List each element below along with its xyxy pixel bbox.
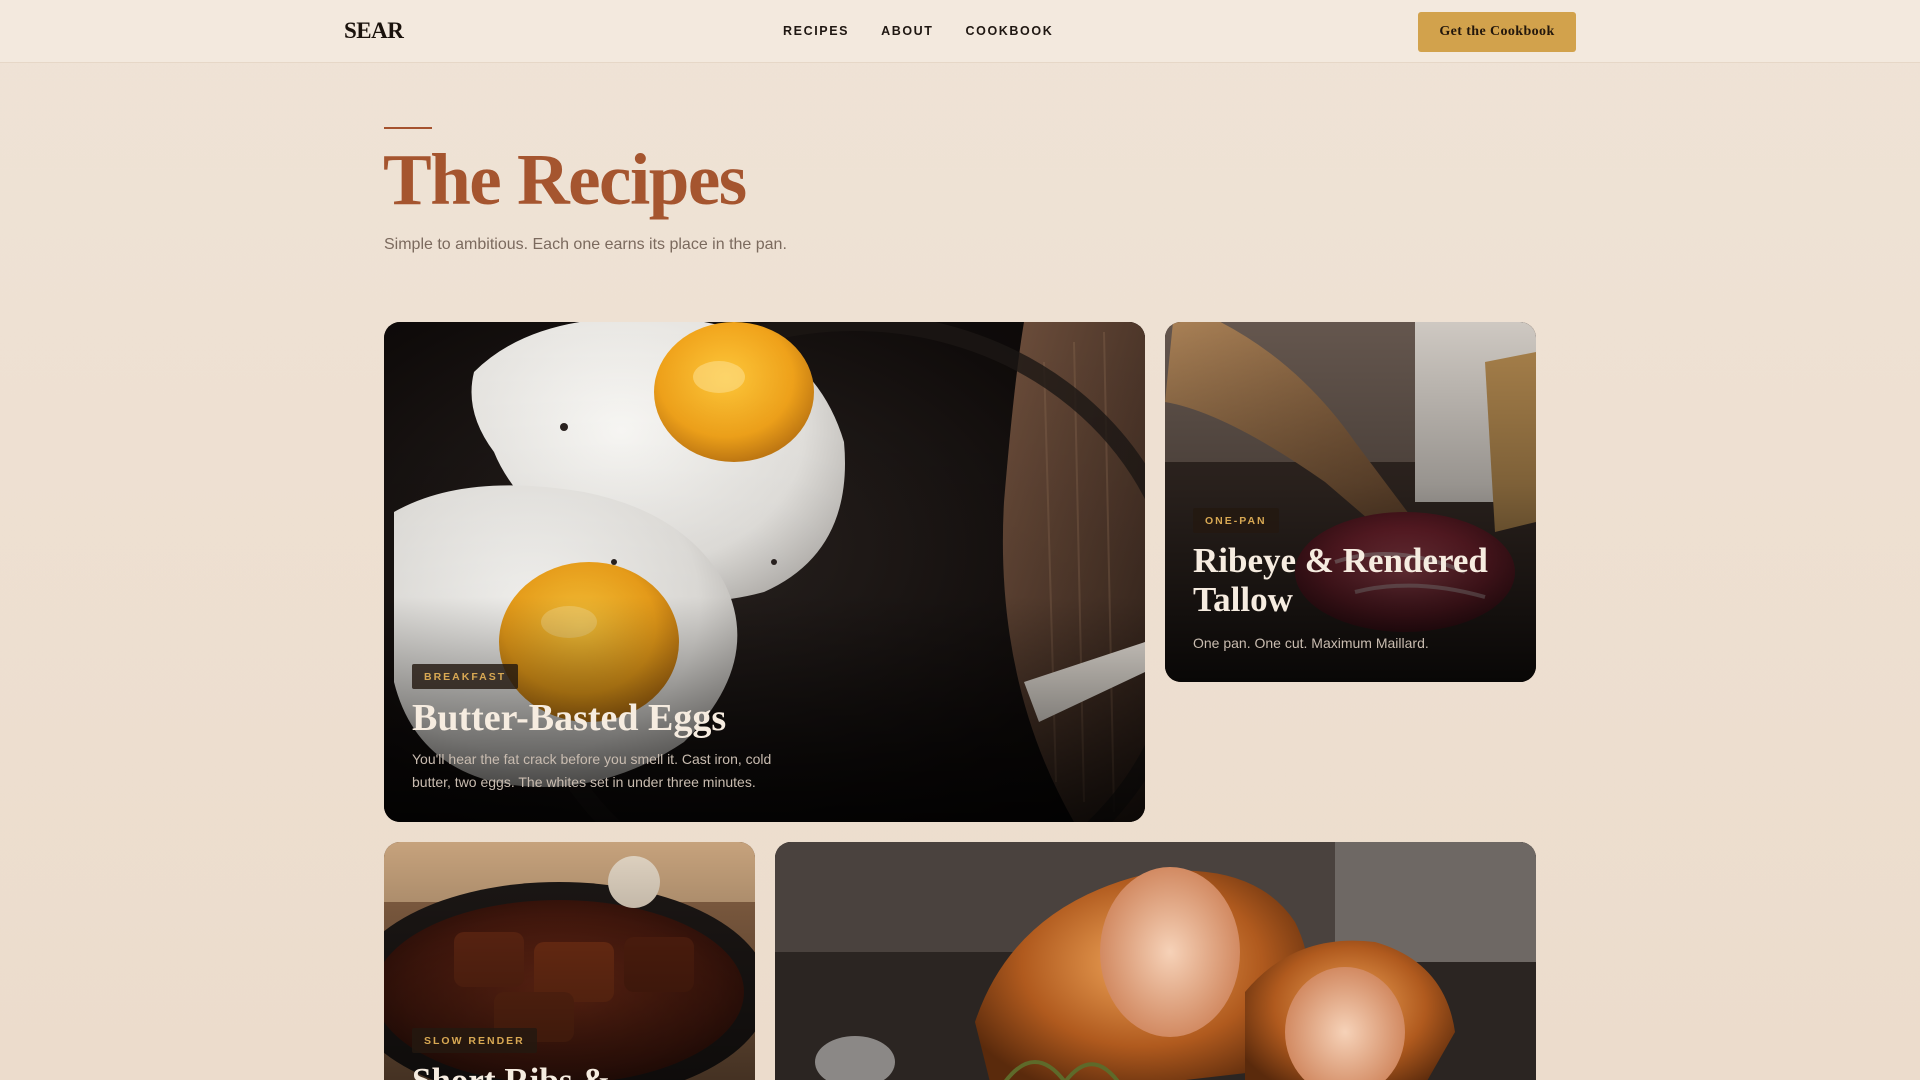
recipe-title: Short Ribs & <box>412 1061 742 1080</box>
get-cookbook-button[interactable]: Get the Cookbook <box>1418 12 1576 52</box>
recipe-description: You'll hear the fat crack before you sme… <box>412 751 772 791</box>
main-nav: RECIPES ABOUT COOKBOOK <box>783 24 1085 38</box>
eggs-photo <box>384 322 1145 822</box>
site-header: SEAR RECIPES ABOUT COOKBOOK Get the Cook… <box>0 0 1920 63</box>
category-tag: ONE-PAN <box>1193 508 1279 533</box>
nav-link-recipes[interactable]: RECIPES <box>783 24 849 38</box>
nav-link-cookbook[interactable]: COOKBOOK <box>966 24 1054 38</box>
ribeye-photo <box>1165 322 1536 682</box>
nav-link-about[interactable]: ABOUT <box>881 24 933 38</box>
recipe-card-roast[interactable] <box>775 842 1536 1080</box>
page-title: The Recipes <box>383 139 747 220</box>
recipe-title: Butter-Basted Eggs <box>412 697 727 739</box>
recipe-card-butter-basted-eggs[interactable]: BREAKFAST Butter-Basted Eggs You'll hear… <box>384 322 1145 822</box>
category-tag: BREAKFAST <box>412 664 519 689</box>
recipe-description: One pan. One cut. Maximum Maillard. <box>1193 635 1429 651</box>
roast-photo <box>775 842 1536 1080</box>
brand-logo[interactable]: SEAR <box>344 18 404 44</box>
recipe-card-ribeye[interactable]: ONE-PAN Ribeye & Rendered Tallow One pan… <box>1165 322 1536 682</box>
recipe-title: Ribeye & Rendered Tallow <box>1193 541 1488 619</box>
page-subtitle: Simple to ambitious. Each one earns its … <box>384 236 787 253</box>
title-accent-rule <box>384 127 432 129</box>
recipe-card-short-ribs[interactable]: SLOW RENDER Short Ribs & <box>384 842 755 1080</box>
category-tag: SLOW RENDER <box>412 1028 537 1053</box>
